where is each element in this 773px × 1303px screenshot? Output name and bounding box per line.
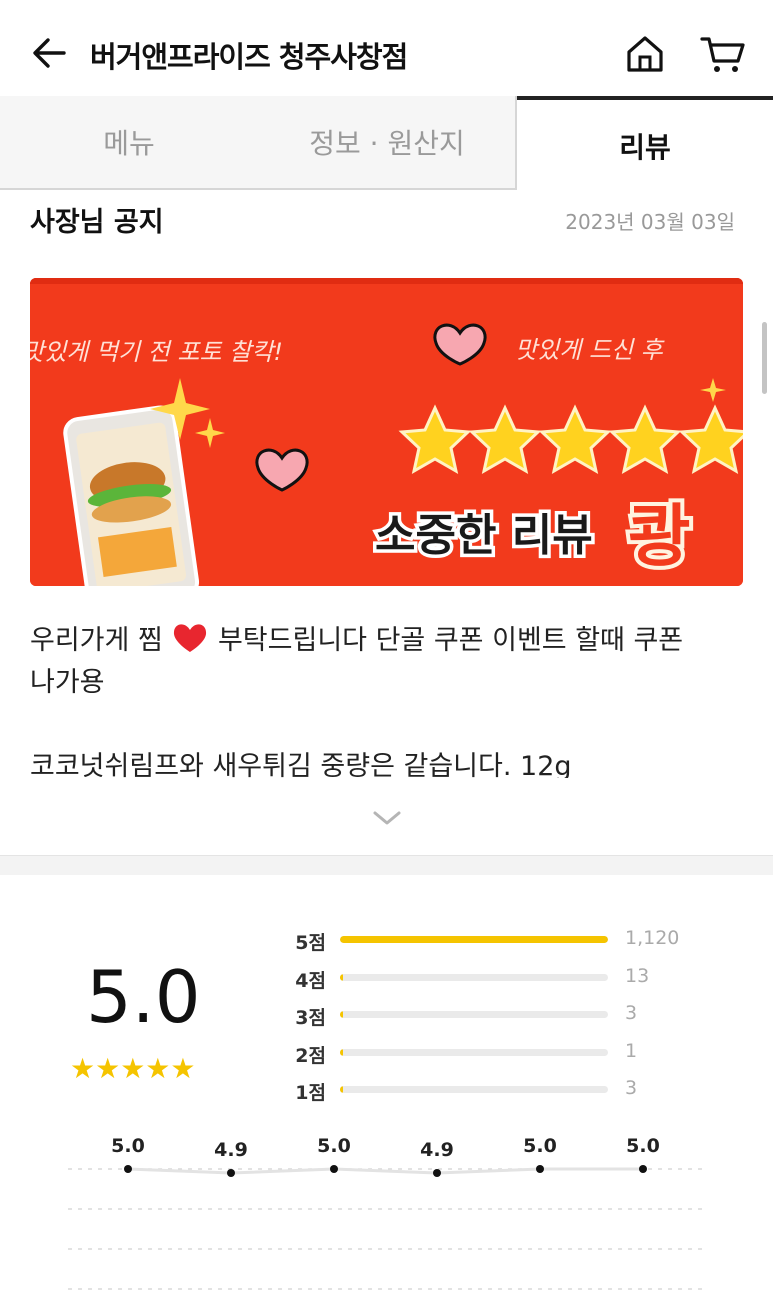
banner-artwork: 맛있게 먹기 전 포토 찰칵! 맛있게 드신 후 소중한 리뷰 쾅 xyxy=(30,278,743,586)
distribution-bar-track xyxy=(340,936,608,943)
notice-line-1: 우리가게 찜 부탁드립니다 단골 쿠폰 이벤트 할때 쿠폰 xyxy=(30,620,740,662)
distribution-label: 2점 xyxy=(295,1044,326,1067)
notice-date: 2023년 03월 03일 xyxy=(565,210,735,234)
distribution-count: 13 xyxy=(625,964,650,987)
trend-point xyxy=(433,1169,441,1177)
notice-body: 우리가게 찜 부탁드립니다 단골 쿠폰 이벤트 할때 쿠폰 나가용 코코넛쉬림프… xyxy=(30,620,740,778)
tab-reviews[interactable]: 리뷰 xyxy=(517,100,773,192)
tab-bar: 메뉴 정보 · 원산지 리뷰 xyxy=(0,96,773,192)
distribution-row: 1점 3 xyxy=(280,1074,700,1104)
rating-stars: ★★★★★ xyxy=(70,1052,196,1085)
trend-point xyxy=(124,1165,132,1173)
distribution-bar-fill xyxy=(340,1086,344,1093)
distribution-bar-fill xyxy=(340,1048,344,1056)
notice-line-3: 코코넛쉬림프와 새우튀김 중량은 같습니다. 12g xyxy=(30,751,572,778)
distribution-bar-track xyxy=(340,1048,608,1056)
rating-trend-chart: 5.0 4.9 5.0 4.9 5.0 5.0 xyxy=(68,1135,705,1290)
section-divider xyxy=(0,855,773,875)
distribution-count: 1 xyxy=(625,1039,638,1062)
distribution-label: 5점 xyxy=(295,932,326,954)
banner-text-right: 맛있게 드신 후 xyxy=(515,336,666,364)
notice-blank-line xyxy=(30,704,740,746)
notice-title: 사장님 공지 xyxy=(30,207,164,238)
distribution-bar-fill xyxy=(340,936,608,943)
trend-line xyxy=(127,1167,643,1175)
banner-headline-tail: 쾅 xyxy=(628,498,691,577)
scrollbar[interactable] xyxy=(762,322,767,394)
distribution-row: 2점 1 xyxy=(280,1037,700,1067)
average-rating: 5.0 xyxy=(86,955,201,1039)
distribution-row: 3점 3 xyxy=(280,999,700,1029)
chevron-down-icon[interactable] xyxy=(372,808,402,828)
distribution-bar-fill xyxy=(340,1011,344,1018)
banner-headline: 소중한 리뷰 xyxy=(375,510,593,561)
trend-value-label: 4.9 xyxy=(214,1139,248,1161)
distribution-count: 3 xyxy=(625,1002,638,1024)
distribution-label: 4점 xyxy=(295,969,326,992)
distribution-label: 1점 xyxy=(295,1082,326,1104)
trend-point xyxy=(227,1169,235,1177)
trend-value-label: 5.0 xyxy=(111,1135,145,1157)
trend-value-label: 5.0 xyxy=(626,1135,660,1157)
distribution-count: 1,120 xyxy=(625,927,680,949)
home-icon[interactable] xyxy=(624,33,666,75)
distribution-count: 3 xyxy=(625,1077,638,1099)
store-title: 버거앤프라이즈 청주사창점 xyxy=(90,40,408,74)
notice-banner-image[interactable]: 맛있게 먹기 전 포토 찰칵! 맛있게 드신 후 소중한 리뷰 쾅 xyxy=(30,278,743,586)
distribution-row: 4점 13 xyxy=(280,962,700,992)
trend-value-label: 5.0 xyxy=(523,1135,557,1157)
distribution-bar-track xyxy=(340,1086,608,1093)
trend-point xyxy=(639,1165,647,1173)
cart-icon[interactable] xyxy=(700,33,746,75)
tab-info[interactable]: 정보 · 원산지 xyxy=(258,96,516,188)
trend-value-label: 4.9 xyxy=(420,1139,454,1161)
trend-point xyxy=(330,1165,338,1173)
heart-emoji-icon xyxy=(174,624,207,652)
distribution-bar-track xyxy=(340,1011,608,1018)
top-bar: 버거앤프라이즈 청주사창점 xyxy=(0,0,773,96)
trend-point xyxy=(536,1165,544,1173)
distribution-bar-track xyxy=(340,973,608,981)
trend-value-label: 5.0 xyxy=(317,1135,351,1157)
distribution-row: 5점 1,120 xyxy=(280,924,700,954)
distribution-bar-fill xyxy=(340,973,344,981)
tab-menu[interactable]: 메뉴 xyxy=(0,96,258,188)
notice-line-2: 나가용 xyxy=(30,667,105,698)
arrow-left-icon[interactable] xyxy=(30,34,68,72)
distribution-label: 3점 xyxy=(295,1007,326,1029)
banner-text-left: 맛있게 먹기 전 포토 찰칵! xyxy=(30,338,283,366)
